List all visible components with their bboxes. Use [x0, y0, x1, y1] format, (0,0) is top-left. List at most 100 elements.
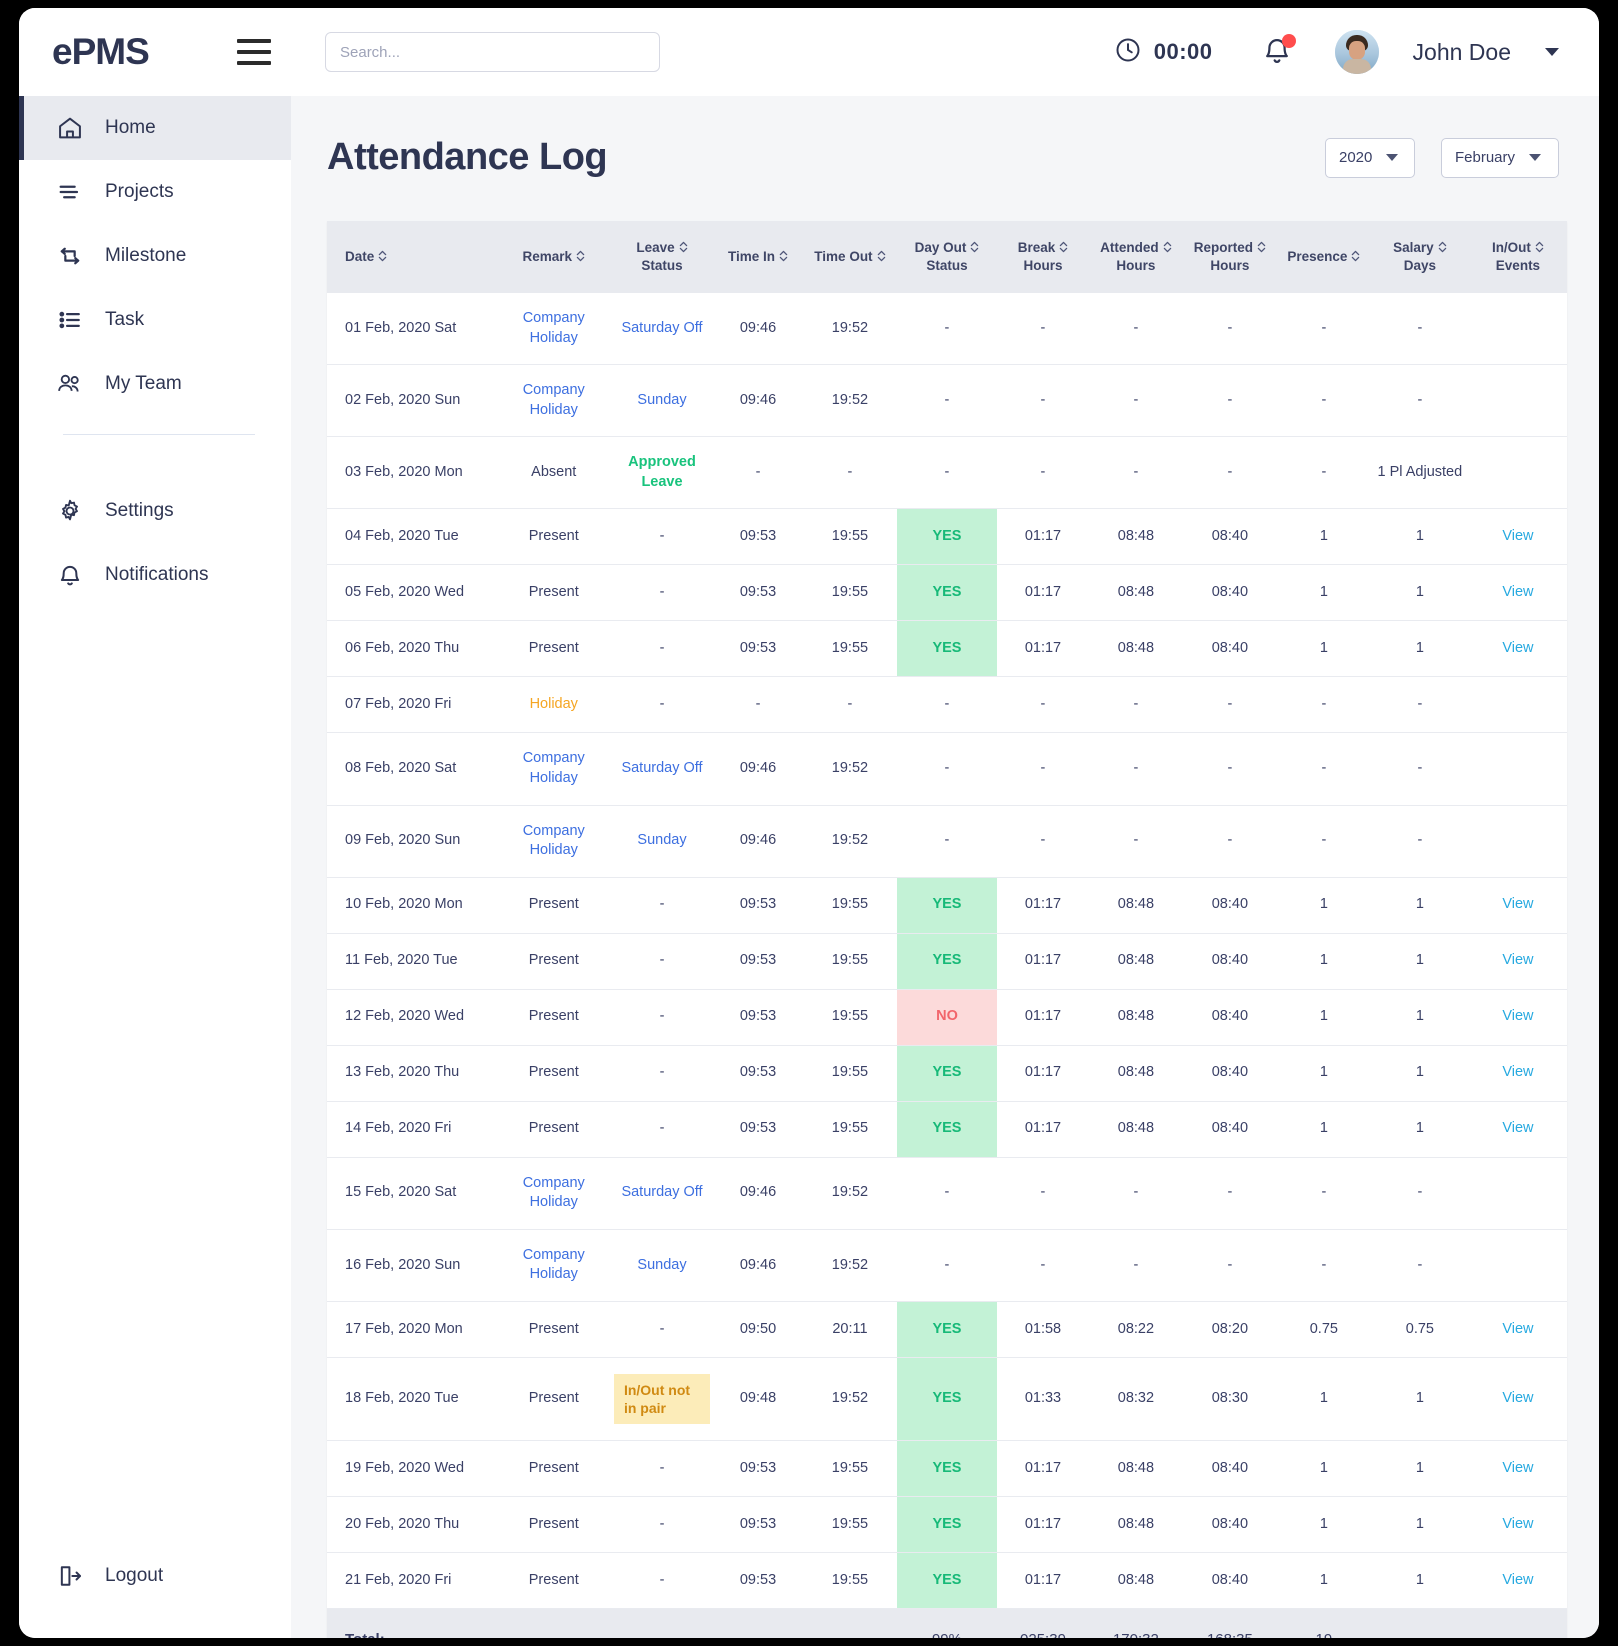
- sort-icon[interactable]: [1257, 240, 1266, 253]
- sidebar-item-home[interactable]: Home: [19, 96, 291, 160]
- cell-leave-status[interactable]: Sunday: [610, 1229, 714, 1302]
- sort-icon[interactable]: [877, 249, 886, 262]
- cell-in-out-events[interactable]: View: [1468, 933, 1567, 990]
- cell-in-out-events[interactable]: View: [1468, 1101, 1567, 1158]
- cell-in-out-events[interactable]: View: [1468, 989, 1567, 1046]
- cell-leave-status[interactable]: Saturday Off: [610, 293, 714, 366]
- sort-icon[interactable]: [679, 240, 688, 253]
- cell-in-out-events[interactable]: View: [1468, 620, 1567, 678]
- notifications-button[interactable]: [1261, 34, 1296, 70]
- column-header-in-out-events[interactable]: In/Out Events: [1469, 221, 1567, 293]
- sidebar-item-logout[interactable]: Logout: [19, 1544, 291, 1608]
- hamburger-icon[interactable]: [237, 39, 271, 65]
- sort-icon[interactable]: [779, 249, 788, 262]
- view-link[interactable]: View: [1502, 952, 1533, 968]
- month-select[interactable]: February: [1441, 137, 1559, 178]
- cell-remark[interactable]: Company Holiday: [496, 1229, 611, 1302]
- cell-remark: Present: [496, 1301, 611, 1358]
- cell-in-out-events[interactable]: View: [1468, 508, 1567, 566]
- cell-leave-status: -: [610, 508, 714, 566]
- cell-in-out-events[interactable]: View: [1468, 1552, 1567, 1610]
- cell-presence: 1: [1276, 620, 1371, 678]
- sort-icon[interactable]: [1163, 240, 1172, 253]
- cell-leave-status[interactable]: Saturday Off: [610, 1157, 714, 1230]
- sidebar-item-notifications[interactable]: Notifications: [19, 543, 291, 607]
- sort-icon[interactable]: [378, 249, 387, 262]
- column-header-presence[interactable]: Presence: [1277, 221, 1371, 293]
- sidebar-item-milestone[interactable]: Milestone: [19, 224, 291, 288]
- cell-leave-status[interactable]: Sunday: [610, 805, 714, 878]
- view-link[interactable]: View: [1502, 1460, 1533, 1476]
- clock-widget[interactable]: 00:00: [1114, 36, 1213, 69]
- cell-remark[interactable]: Company Holiday: [496, 805, 611, 878]
- cell-leave-status[interactable]: Sunday: [610, 364, 714, 438]
- cell-in-out-events[interactable]: View: [1468, 1301, 1567, 1358]
- cell-remark[interactable]: Company Holiday: [496, 364, 611, 438]
- cell-leave-status: -: [610, 1552, 714, 1610]
- column-header-day-out-status[interactable]: Day Out Status: [897, 221, 997, 293]
- cell-leave-status[interactable]: Approved Leave: [610, 436, 714, 510]
- cell-remark[interactable]: Company Holiday: [496, 1157, 611, 1230]
- total-remark: [496, 1608, 611, 1638]
- cell-in-out-events[interactable]: View: [1468, 1357, 1567, 1442]
- sidebar-item-projects[interactable]: Projects: [19, 160, 291, 224]
- cell-remark[interactable]: Company Holiday: [496, 293, 611, 366]
- sort-icon[interactable]: [1059, 240, 1068, 253]
- view-link[interactable]: View: [1502, 584, 1533, 600]
- table-row: 19 Feb, 2020 Wed Present - 09:53 19:55 YES 01:…: [327, 1440, 1567, 1498]
- column-header-remark[interactable]: Remark: [497, 221, 611, 293]
- table-row: 14 Feb, 2020 Fri Present - 09:53 19:55 YES 01:…: [327, 1101, 1567, 1158]
- column-header-break-hours[interactable]: Break Hours: [997, 221, 1089, 293]
- column-header-leave-status[interactable]: Leave Status: [611, 221, 713, 293]
- sort-icon[interactable]: [1535, 240, 1544, 253]
- year-select[interactable]: 2020: [1325, 137, 1415, 178]
- sort-icon[interactable]: [576, 249, 585, 262]
- app-logo[interactable]: ePMS: [37, 31, 237, 73]
- column-header-label-second: Days: [1403, 258, 1436, 273]
- column-header-attended-hours[interactable]: Attended Hours: [1089, 221, 1183, 293]
- view-link[interactable]: View: [1502, 528, 1533, 544]
- view-link[interactable]: View: [1502, 1008, 1533, 1024]
- cell-reported-hours: 08:40: [1182, 933, 1277, 990]
- cell-leave-status: -: [610, 1440, 714, 1498]
- view-link[interactable]: View: [1502, 1572, 1533, 1588]
- remark-label: Company Holiday: [522, 1246, 585, 1283]
- cell-in-out-events[interactable]: View: [1468, 1496, 1567, 1554]
- cell-in-out-events[interactable]: View: [1468, 1045, 1567, 1102]
- cell-presence: -: [1276, 676, 1371, 734]
- cell-in-out-events[interactable]: View: [1468, 1440, 1567, 1498]
- user-name-label[interactable]: John Doe: [1413, 39, 1511, 66]
- cell-break-hours: 01:17: [997, 508, 1089, 566]
- view-link[interactable]: View: [1502, 640, 1533, 656]
- cell-day-out-status: YES: [896, 877, 998, 934]
- view-link[interactable]: View: [1502, 896, 1533, 912]
- cell-time-out: -: [802, 676, 897, 734]
- column-header-salary-days[interactable]: Salary Days: [1371, 221, 1469, 293]
- sort-icon[interactable]: [1351, 249, 1360, 262]
- clock-time-label: 00:00: [1153, 39, 1213, 64]
- view-link[interactable]: View: [1502, 1120, 1533, 1136]
- avatar[interactable]: [1334, 30, 1379, 74]
- sort-icon[interactable]: [1438, 240, 1447, 253]
- column-header-reported-hours[interactable]: Reported Hours: [1183, 221, 1277, 293]
- search-input[interactable]: [325, 32, 660, 72]
- sidebar-item-settings[interactable]: Settings: [19, 479, 291, 543]
- cell-remark[interactable]: Company Holiday: [496, 732, 611, 806]
- view-link[interactable]: View: [1502, 1321, 1533, 1337]
- chevron-down-icon[interactable]: [1545, 48, 1559, 56]
- column-header-date[interactable]: Date: [327, 221, 497, 293]
- view-link[interactable]: View: [1502, 1064, 1533, 1080]
- cell-in-out-events[interactable]: View: [1468, 877, 1567, 934]
- total-presence: 19: [1276, 1608, 1371, 1638]
- sidebar-item-task[interactable]: Task: [19, 288, 291, 352]
- view-link[interactable]: View: [1502, 1516, 1533, 1532]
- column-header-time-out[interactable]: Time Out: [803, 221, 897, 293]
- cell-leave-status[interactable]: In/Out not in pair: [610, 1357, 714, 1442]
- sort-icon[interactable]: [970, 240, 979, 253]
- cell-leave-status[interactable]: Saturday Off: [610, 732, 714, 806]
- cell-attended-hours: 08:48: [1088, 564, 1183, 622]
- sidebar-item-my-team[interactable]: My Team: [19, 352, 291, 416]
- cell-in-out-events[interactable]: View: [1468, 564, 1567, 622]
- column-header-time-in[interactable]: Time In: [713, 221, 803, 293]
- view-link[interactable]: View: [1502, 1390, 1533, 1406]
